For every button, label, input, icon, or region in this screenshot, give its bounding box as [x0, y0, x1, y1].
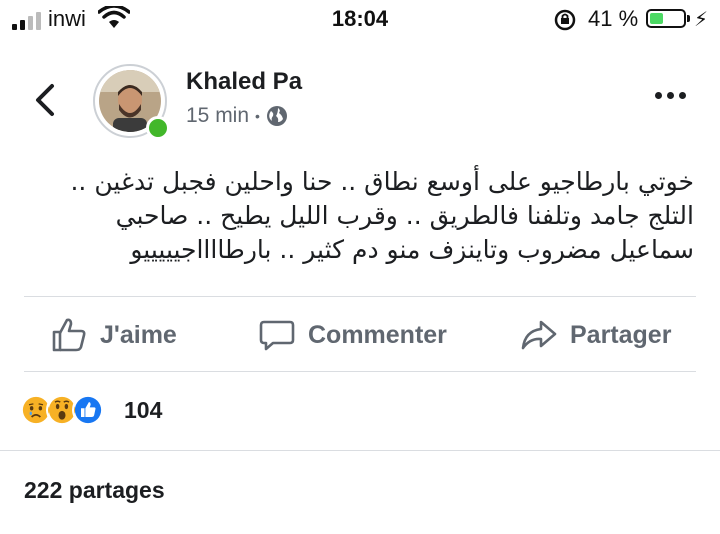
post-time[interactable]: 15 min	[186, 104, 249, 128]
status-bar: inwi 18:04 41 % ⚡	[0, 0, 720, 40]
post-meta: 15 min •	[186, 104, 288, 128]
battery-tip	[687, 15, 690, 22]
meta-separator: •	[255, 108, 260, 124]
online-status-dot	[146, 116, 170, 140]
back-chevron-icon[interactable]	[30, 80, 60, 120]
battery-level	[650, 13, 664, 24]
like-button[interactable]: J'aime	[50, 315, 177, 355]
globe-icon	[266, 106, 287, 126]
post-text-line: خوتي بارطاجيو على أوسع نطاق .. حنا واحلي…	[70, 167, 694, 196]
comment-bubble-icon	[259, 320, 295, 351]
author-name[interactable]: Khaled Pa	[186, 68, 302, 96]
comment-label: Commenter	[308, 320, 447, 349]
thumbs-up-icon	[52, 318, 86, 352]
like-label: J'aime	[100, 320, 177, 349]
more-options-icon[interactable]	[655, 92, 686, 99]
divider	[24, 296, 696, 297]
post-text: خوتي بارطاجيو على أوسع نطاق .. حنا واحلي…	[14, 165, 694, 267]
battery-icon	[646, 9, 686, 28]
battery-percentage: 41 %	[588, 6, 639, 31]
divider	[0, 450, 720, 451]
comment-button[interactable]: Commenter	[258, 315, 447, 355]
rotation-lock-icon	[554, 9, 576, 31]
reactions-summary[interactable]	[20, 394, 104, 426]
post-text-line: سماعيل مضروب وتاينزف منو دم كثير .. بارط…	[130, 235, 694, 264]
share-label: Partager	[570, 320, 672, 349]
shares-count[interactable]: 222 partages	[24, 477, 165, 504]
share-button[interactable]: Partager	[520, 315, 671, 355]
reaction-count[interactable]: 104	[124, 397, 162, 424]
like-reaction-icon	[72, 394, 104, 426]
divider	[24, 371, 696, 372]
share-arrow-icon	[521, 320, 557, 350]
charging-bolt-icon: ⚡	[694, 9, 709, 31]
post-text-line: التلج جامد وتلفنا فالطريق .. وقرب الليل …	[115, 201, 694, 230]
